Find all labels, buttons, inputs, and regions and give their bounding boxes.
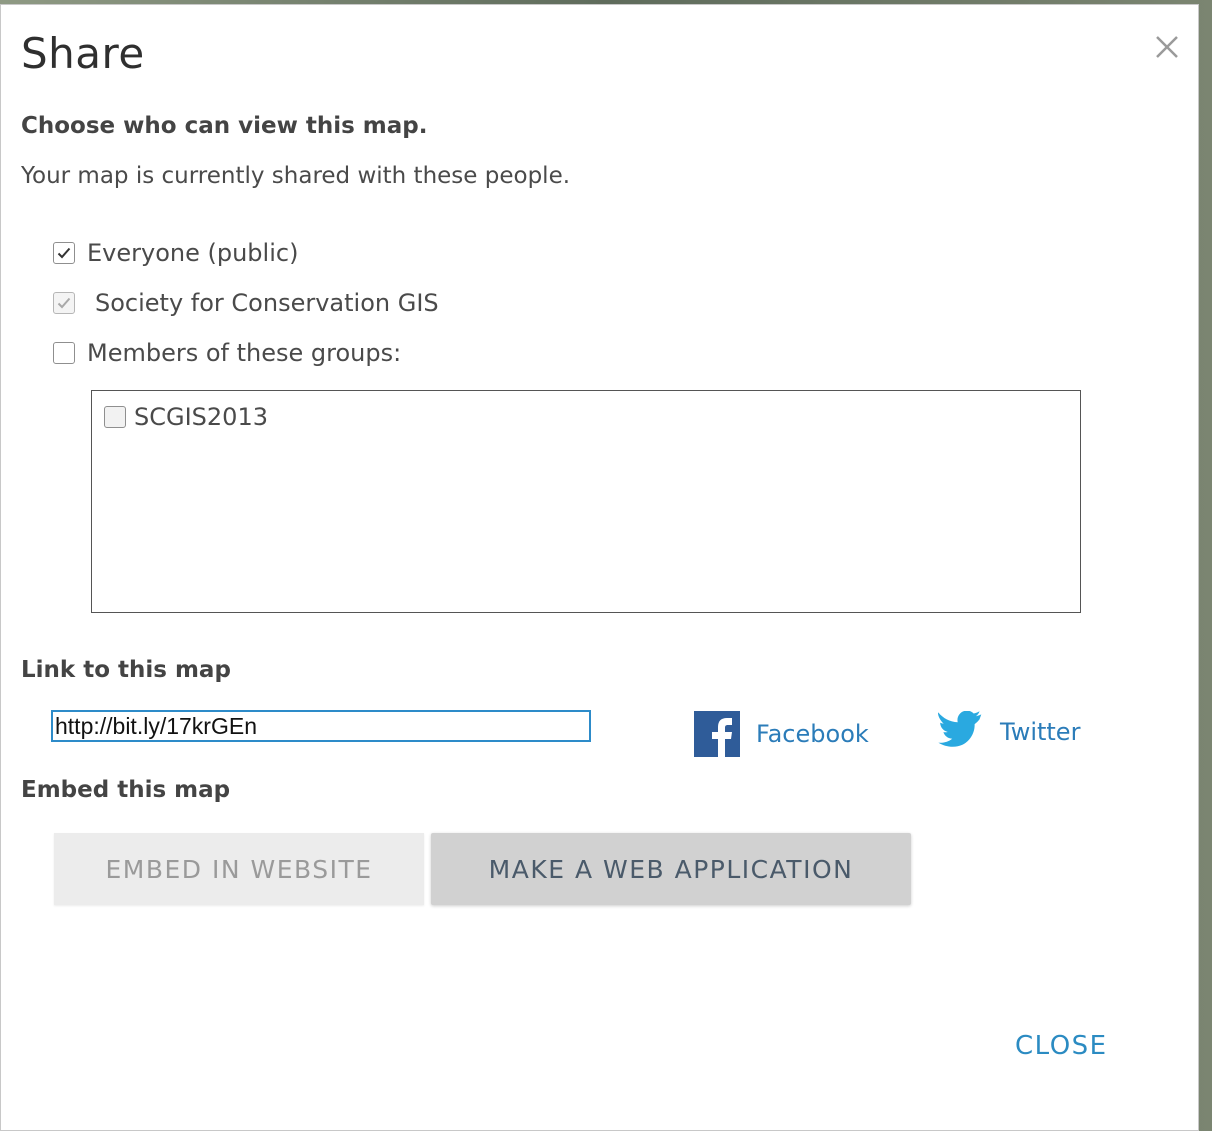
make-web-application-button[interactable]: MAKE A WEB APPLICATION bbox=[431, 833, 911, 905]
checkmark-icon bbox=[57, 247, 71, 259]
facebook-icon bbox=[694, 711, 740, 757]
close-icon[interactable] bbox=[1147, 27, 1187, 67]
option-everyone[interactable]: Everyone (public) bbox=[53, 239, 298, 267]
option-groups[interactable]: Members of these groups: bbox=[53, 339, 401, 367]
close-button[interactable]: CLOSE bbox=[1015, 1031, 1108, 1061]
checkmark-icon bbox=[57, 297, 71, 309]
everyone-checkbox[interactable] bbox=[53, 242, 75, 264]
twitter-icon bbox=[938, 711, 982, 747]
groups-checkbox[interactable] bbox=[53, 342, 75, 364]
visibility-description: Your map is currently shared with these … bbox=[21, 163, 571, 189]
link-url-field[interactable] bbox=[51, 710, 591, 742]
group-item[interactable]: SCGIS2013 bbox=[104, 403, 268, 431]
visibility-heading: Choose who can view this map. bbox=[21, 113, 428, 139]
dialog-title: Share bbox=[21, 29, 145, 78]
groups-label: Members of these groups: bbox=[87, 339, 402, 367]
organization-label: Society for Conservation GIS bbox=[95, 289, 439, 317]
embed-heading: Embed this map bbox=[21, 777, 231, 803]
groups-list: SCGIS2013 bbox=[91, 390, 1081, 613]
link-heading: Link to this map bbox=[21, 657, 231, 683]
twitter-label: Twitter bbox=[1000, 718, 1081, 746]
share-dialog: Share Choose who can view this map. Your… bbox=[0, 4, 1199, 1131]
twitter-share-link[interactable]: Twitter bbox=[936, 711, 1080, 753]
organization-checkbox bbox=[53, 292, 75, 314]
facebook-share-link[interactable]: Facebook bbox=[694, 711, 869, 757]
option-organization: Society for Conservation GIS bbox=[53, 289, 439, 317]
everyone-label: Everyone (public) bbox=[87, 239, 299, 267]
group-label: SCGIS2013 bbox=[134, 403, 268, 431]
embed-in-website-button[interactable]: EMBED IN WEBSITE bbox=[54, 833, 424, 905]
group-checkbox[interactable] bbox=[104, 406, 126, 428]
facebook-label: Facebook bbox=[756, 720, 869, 748]
